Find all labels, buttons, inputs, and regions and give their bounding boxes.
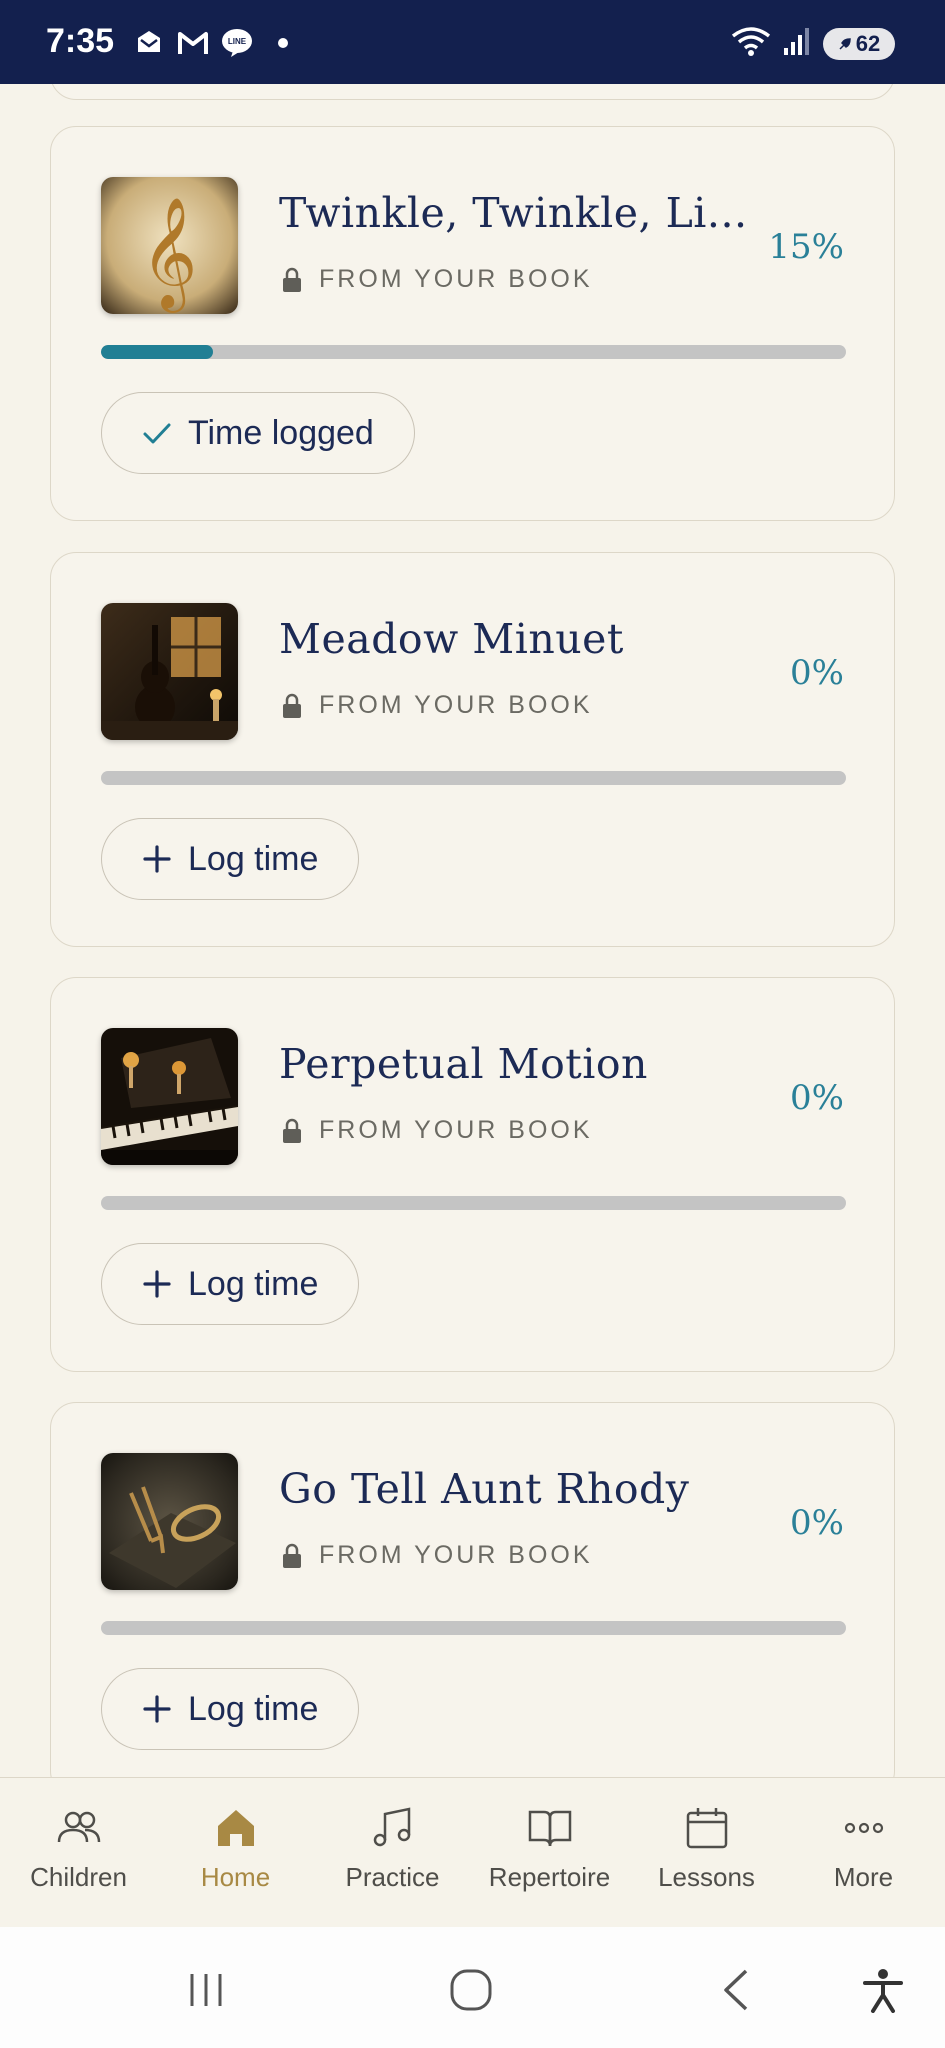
line-icon: LINE [220, 26, 254, 60]
progress-percent: 0% [790, 1078, 844, 1118]
log-time-button[interactable]: Log time [101, 1668, 360, 1750]
song-card[interactable]: Go Tell Aunt Rhody FROM YOUR BOOK 0% Log… [50, 1402, 895, 1777]
time-logged-button[interactable]: Time logged [101, 392, 415, 474]
song-source: FROM YOUR BOOK [281, 1116, 593, 1145]
source-label: FROM YOUR BOOK [319, 1541, 593, 1569]
plus-icon [143, 1695, 171, 1723]
song-thumbnail: 𝄞 [101, 177, 238, 314]
nav-label: Lessons [658, 1862, 755, 1892]
calendar-icon [686, 1808, 727, 1849]
accessibility-icon [863, 1969, 903, 2013]
lock-icon [283, 1543, 301, 1568]
piano-art [101, 1028, 238, 1165]
nav-lessons[interactable]: Lessons [628, 1778, 785, 1928]
recents-button[interactable] [181, 1965, 231, 2015]
nav-label: More [833, 1862, 894, 1892]
treble-clef-art: 𝄞 [101, 177, 238, 314]
repertoire-list[interactable]: 𝄞 Twinkle, Twinkle, Li... FROM YOUR BOOK… [0, 84, 945, 1777]
lock-icon [283, 267, 301, 292]
recents-icon [190, 1974, 222, 2006]
song-thumbnail [101, 1453, 238, 1590]
wifi-icon [731, 24, 771, 63]
nav-label: Practice [345, 1862, 440, 1892]
notification-dot [278, 38, 288, 48]
song-title[interactable]: Perpetual Motion [279, 1040, 749, 1088]
status-bar: 7:35 LINE 62 [0, 0, 945, 84]
back-icon [724, 1969, 748, 2011]
progress-fill [101, 345, 213, 359]
accessibility-button[interactable] [858, 1965, 908, 2015]
song-card[interactable]: Meadow Minuet FROM YOUR BOOK 0% Log time [50, 552, 895, 947]
battery-level: 62 [855, 30, 881, 56]
home-circle-icon [450, 1969, 492, 2011]
action-label: Time logged [188, 413, 374, 452]
song-thumbnail [101, 1028, 238, 1165]
song-source: FROM YOUR BOOK [281, 265, 593, 294]
song-thumbnail [101, 603, 238, 740]
song-title[interactable]: Meadow Minuet [279, 615, 749, 663]
nav-more[interactable]: More [785, 1778, 942, 1928]
nav-label: Repertoire [488, 1862, 611, 1892]
source-label: FROM YOUR BOOK [319, 691, 593, 719]
nav-label: Children [30, 1862, 127, 1892]
bottom-nav: Children Home Practice Repertoire Lesson… [0, 1777, 945, 1927]
progress-bar [101, 345, 846, 359]
book-icon [528, 1810, 571, 1847]
song-card[interactable]: Perpetual Motion FROM YOUR BOOK 0% Log t… [50, 977, 895, 1372]
log-time-button[interactable]: Log time [101, 1243, 360, 1325]
lock-icon [283, 693, 301, 718]
plus-icon [143, 1270, 171, 1298]
song-source: FROM YOUR BOOK [281, 1541, 593, 1570]
song-card[interactable]: 𝄞 Twinkle, Twinkle, Li... FROM YOUR BOOK… [50, 126, 895, 521]
tuning-fork-art [101, 1453, 238, 1590]
progress-percent: 0% [790, 1503, 844, 1543]
signal-icon [783, 26, 811, 61]
progress-percent: 0% [790, 653, 844, 693]
song-title[interactable]: Twinkle, Twinkle, Li... [279, 189, 749, 237]
song-card-partial [50, 84, 895, 100]
song-title[interactable]: Go Tell Aunt Rhody [279, 1465, 749, 1513]
nav-children[interactable]: Children [0, 1778, 157, 1928]
notification-icons: LINE [132, 26, 288, 60]
system-nav-bar [0, 1927, 945, 2048]
home-button[interactable] [446, 1965, 496, 2015]
gmail-icon [176, 26, 210, 60]
lock-icon [283, 1118, 301, 1143]
back-button[interactable] [711, 1965, 761, 2015]
violin-art [101, 603, 238, 740]
music-note-icon [373, 1807, 410, 1847]
more-icon [844, 1822, 883, 1834]
progress-bar [101, 771, 846, 785]
nav-label: Home [200, 1862, 271, 1892]
nav-practice[interactable]: Practice [314, 1778, 471, 1928]
plus-icon [143, 845, 171, 873]
song-source: FROM YOUR BOOK [281, 691, 593, 720]
mail-icon [132, 26, 166, 60]
log-time-button[interactable]: Log time [101, 818, 360, 900]
nav-home[interactable]: Home [157, 1778, 314, 1928]
action-label: Log time [188, 839, 319, 878]
progress-bar [101, 1621, 846, 1635]
status-time: 7:35 [46, 22, 115, 60]
source-label: FROM YOUR BOOK [319, 265, 593, 293]
people-icon [57, 1811, 100, 1843]
home-icon [217, 1810, 254, 1846]
system-status: 62 [731, 24, 895, 63]
action-label: Log time [188, 1689, 319, 1728]
battery-icon: 62 [823, 27, 895, 60]
progress-bar [101, 1196, 846, 1210]
progress-percent: 15% [768, 227, 844, 267]
nav-repertoire[interactable]: Repertoire [471, 1778, 628, 1928]
svg-text:LINE: LINE [228, 37, 247, 46]
action-label: Log time [188, 1264, 319, 1303]
source-label: FROM YOUR BOOK [319, 1116, 593, 1144]
svg-text:𝄞: 𝄞 [141, 196, 198, 313]
check-icon [143, 423, 171, 444]
